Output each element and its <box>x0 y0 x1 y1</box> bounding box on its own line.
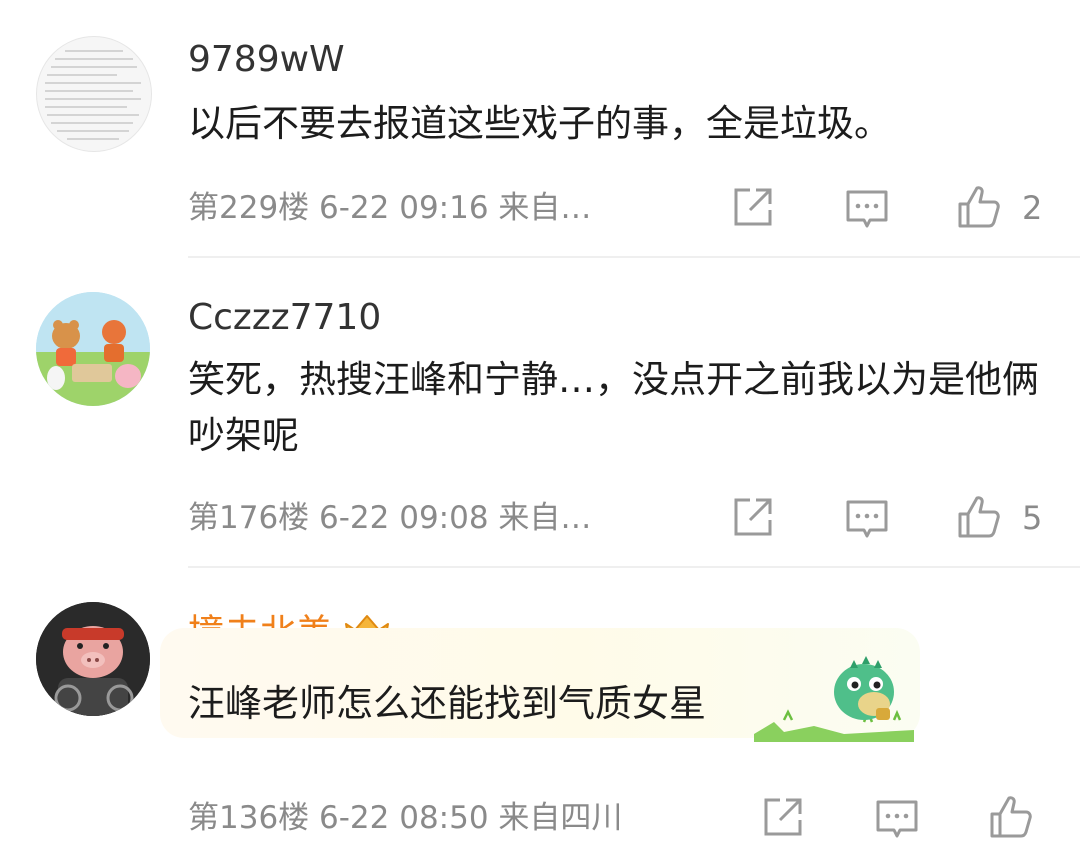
document-thumbnail-icon <box>45 50 141 140</box>
cartoon-pig-avatar-icon <box>36 602 150 716</box>
share-icon <box>734 188 772 226</box>
thumbs-up-icon <box>958 186 1000 228</box>
comment-icon <box>846 190 888 228</box>
share-button[interactable] <box>730 494 776 540</box>
comment-text: 汪峰老师怎么还能找到气质女星 <box>188 682 706 725</box>
avatar[interactable] <box>36 292 150 406</box>
reply-button[interactable] <box>874 796 920 842</box>
share-button[interactable] <box>760 794 806 840</box>
comment-meta: 第176楼 6-22 09:08 来自… <box>188 500 592 536</box>
like-button[interactable] <box>988 794 1034 840</box>
comment-text: 笑死，热搜汪峰和宁静…，没点开之前我以为是他俩吵架呢 <box>188 358 1039 457</box>
share-button[interactable] <box>730 184 776 230</box>
avatar[interactable] <box>36 36 152 152</box>
like-button[interactable] <box>956 184 1002 230</box>
thumbs-up-icon <box>990 796 1032 838</box>
like-count: 5 <box>1022 499 1043 537</box>
comment-item: 9789wW 以后不要去报道这些戏子的事，全是垃圾。 第229楼 6-22 09… <box>0 0 1080 258</box>
comment-item: 撞击北美 8 汪峰老师怎么还能找到气质女星 第136楼 6-22 08:50 来… <box>0 568 1080 860</box>
username[interactable]: Cczzz7710 <box>188 298 381 338</box>
username[interactable]: 9789wW <box>188 40 345 80</box>
cartoon-animals-avatar-icon <box>36 292 150 406</box>
thumbs-up-icon <box>958 496 1000 538</box>
comment-meta: 第229楼 6-22 09:16 来自… <box>188 190 592 226</box>
comment-meta: 第136楼 6-22 08:50 来自四川 <box>188 800 623 836</box>
comment-icon <box>846 500 888 538</box>
share-icon <box>764 798 802 836</box>
comment-icon <box>876 800 918 838</box>
share-icon <box>734 498 772 536</box>
reply-button[interactable] <box>844 186 890 232</box>
avatar[interactable] <box>36 602 150 716</box>
like-button[interactable] <box>956 494 1002 540</box>
comment-item: Cczzz7710 笑死，热搜汪峰和宁静…，没点开之前我以为是他俩吵架呢 第17… <box>0 258 1080 568</box>
like-count: 2 <box>1022 189 1043 227</box>
reply-button[interactable] <box>844 496 890 542</box>
comment-text: 以后不要去报道这些戏子的事，全是垃圾。 <box>188 102 891 145</box>
